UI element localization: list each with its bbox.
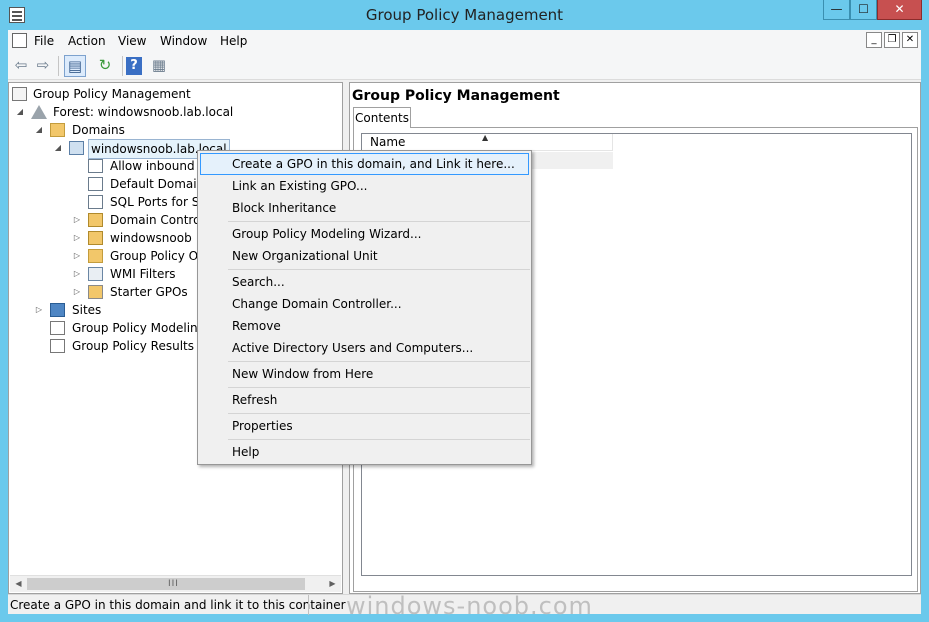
menu-item-modeling-wizard[interactable]: Group Policy Modeling Wizard... bbox=[200, 223, 529, 245]
expand-arrow-icon[interactable]: ▷ bbox=[72, 265, 82, 283]
gpo-folder-icon bbox=[88, 249, 103, 263]
menu-item-link-existing-gpo[interactable]: Link an Existing GPO... bbox=[200, 175, 529, 197]
menu-action[interactable]: Action bbox=[68, 34, 106, 48]
toolbar-separator bbox=[122, 56, 123, 76]
menu-item-refresh[interactable]: Refresh bbox=[200, 389, 529, 411]
tree-label: Allow inbound f bbox=[110, 159, 203, 173]
minimize-button[interactable]: — bbox=[823, 0, 850, 20]
tree-label: windowsnoob bbox=[110, 231, 192, 245]
window-title: Group Policy Management bbox=[365, 6, 564, 24]
menu-item-remove[interactable]: Remove bbox=[200, 315, 529, 337]
menu-separator bbox=[228, 361, 530, 362]
menu-item-block-inheritance[interactable]: Block Inheritance bbox=[200, 197, 529, 219]
maximize-button[interactable]: ☐ bbox=[850, 0, 877, 20]
menu-item-search[interactable]: Search... bbox=[200, 271, 529, 293]
wmi-filter-icon bbox=[88, 267, 103, 281]
menu-separator bbox=[228, 413, 530, 414]
forest-icon bbox=[31, 105, 47, 119]
toolbar-separator bbox=[58, 56, 59, 76]
menu-item-new-ou[interactable]: New Organizational Unit bbox=[200, 245, 529, 267]
tree-label: Group Policy Management bbox=[33, 87, 191, 101]
expand-arrow-icon[interactable]: ▷ bbox=[72, 211, 82, 229]
mdi-minimize-button[interactable]: _ bbox=[866, 32, 882, 48]
menu-help[interactable]: Help bbox=[220, 34, 247, 48]
domains-folder-icon bbox=[50, 123, 65, 137]
scroll-grip: III bbox=[168, 579, 179, 589]
expand-arrow-icon[interactable]: ▷ bbox=[72, 283, 82, 301]
menu-item-properties[interactable]: Properties bbox=[200, 415, 529, 437]
show-hide-tree-icon[interactable]: ▤ bbox=[64, 55, 86, 77]
menu-item-aduc[interactable]: Active Directory Users and Computers... bbox=[200, 337, 529, 359]
tree-label: Sites bbox=[72, 303, 102, 317]
tree-label: Group Policy Results bbox=[72, 339, 195, 353]
menu-separator bbox=[228, 439, 530, 440]
title-bar[interactable]: Group Policy Management — ☐ ✕ bbox=[0, 0, 929, 30]
menu-separator bbox=[228, 387, 530, 388]
menu-file[interactable]: File bbox=[34, 34, 54, 48]
menu-separator bbox=[228, 269, 530, 270]
menu-window[interactable]: Window bbox=[160, 34, 207, 48]
tree-label: Domains bbox=[72, 123, 125, 137]
context-menu: Create a GPO in this domain, and Link it… bbox=[197, 150, 532, 465]
sites-icon bbox=[50, 303, 65, 317]
expand-arrow-icon[interactable]: ▷ bbox=[72, 247, 82, 265]
details-title: Group Policy Management bbox=[352, 88, 560, 104]
collapse-arrow-icon[interactable]: ◢ bbox=[34, 121, 44, 139]
menu-bar: File Action View Window Help _ ❐ ✕ bbox=[8, 30, 921, 52]
back-arrow-icon[interactable]: ⇦ bbox=[10, 55, 32, 77]
gpo-link-icon bbox=[88, 195, 103, 209]
tree-label: Starter GPOs bbox=[110, 285, 188, 299]
tab-contents[interactable]: Contents bbox=[353, 107, 411, 128]
sort-ascending-icon: ▲ bbox=[482, 133, 489, 142]
scroll-right-icon[interactable]: ▶ bbox=[324, 576, 341, 592]
tree-label: Default Domain bbox=[110, 177, 205, 191]
tree-label: Domain Controll bbox=[110, 213, 208, 227]
close-button[interactable]: ✕ bbox=[877, 0, 922, 20]
horizontal-scrollbar[interactable]: ◀ III ▶ bbox=[10, 575, 341, 592]
menu-item-create-gpo[interactable]: Create a GPO in this domain, and Link it… bbox=[200, 153, 529, 175]
status-divider bbox=[308, 595, 309, 615]
menu-view[interactable]: View bbox=[118, 34, 146, 48]
collapse-arrow-icon[interactable]: ◢ bbox=[53, 139, 63, 157]
menu-item-change-dc[interactable]: Change Domain Controller... bbox=[200, 293, 529, 315]
properties-pane-icon[interactable]: ▦ bbox=[148, 55, 170, 77]
scroll-thumb[interactable]: III bbox=[27, 578, 305, 590]
status-text: Create a GPO in this domain and link it … bbox=[10, 598, 346, 612]
column-header-name[interactable]: Name ▲ bbox=[362, 133, 613, 151]
refresh-icon[interactable]: ↻ bbox=[94, 55, 116, 77]
watermark: windows-noob.com bbox=[346, 592, 593, 620]
menu-separator bbox=[228, 221, 530, 222]
gpmc-icon bbox=[12, 87, 27, 101]
mdi-restore-button[interactable]: ❐ bbox=[884, 32, 900, 48]
tree-label: Forest: windowsnoob.lab.local bbox=[53, 105, 234, 119]
ou-folder-icon bbox=[88, 231, 103, 245]
tree-label: Group Policy Modeling bbox=[72, 321, 206, 335]
gpo-link-icon bbox=[88, 177, 103, 191]
menu-item-new-window[interactable]: New Window from Here bbox=[200, 363, 529, 385]
app-window: Group Policy Management — ☐ ✕ File Actio… bbox=[0, 0, 929, 622]
results-icon bbox=[50, 339, 65, 353]
scroll-left-icon[interactable]: ◀ bbox=[10, 576, 27, 592]
modeling-icon bbox=[50, 321, 65, 335]
collapse-arrow-icon[interactable]: ◢ bbox=[15, 103, 25, 121]
console-menu-icon[interactable] bbox=[12, 33, 27, 48]
expand-arrow-icon[interactable]: ▷ bbox=[34, 301, 44, 319]
gpo-link-icon bbox=[88, 159, 103, 173]
menu-item-help[interactable]: Help bbox=[200, 441, 529, 463]
tree-label: WMI Filters bbox=[110, 267, 176, 281]
ou-folder-icon bbox=[88, 213, 103, 227]
help-icon[interactable]: ? bbox=[126, 57, 142, 75]
forward-arrow-icon[interactable]: ⇨ bbox=[32, 55, 54, 77]
toolbar: ⇦ ⇨ ▤ ↻ ? ▦ bbox=[8, 52, 921, 80]
domain-icon bbox=[69, 141, 84, 155]
mdi-close-button[interactable]: ✕ bbox=[902, 32, 918, 48]
expand-arrow-icon[interactable]: ▷ bbox=[72, 229, 82, 247]
starter-gpo-icon bbox=[88, 285, 103, 299]
column-header-label: Name bbox=[370, 135, 406, 149]
tree-label: Group Policy Ob bbox=[110, 249, 206, 263]
